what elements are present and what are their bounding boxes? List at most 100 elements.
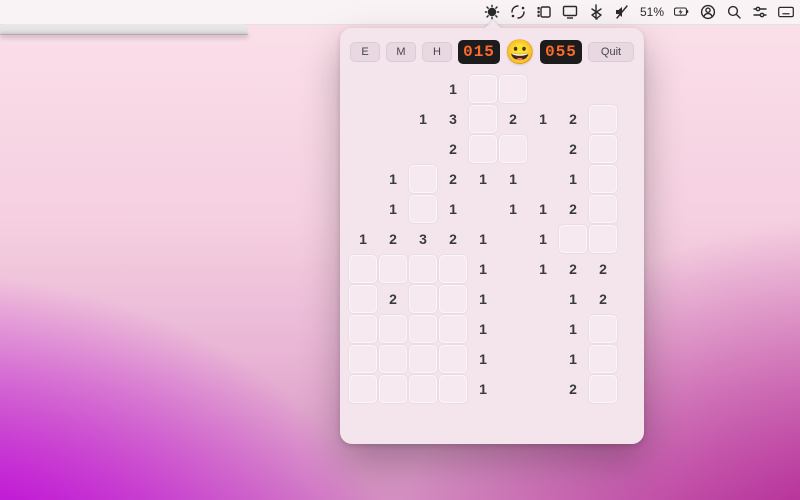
spotlight-icon[interactable]	[726, 4, 742, 20]
battery-charging-icon[interactable]	[674, 4, 690, 20]
cell-3-8[interactable]	[589, 165, 617, 193]
cell-1-6: 1	[528, 104, 558, 134]
mine-counter: 015	[458, 40, 500, 64]
cell-6-1[interactable]	[379, 255, 407, 283]
cell-1-2: 1	[408, 104, 438, 134]
difficulty-medium-button[interactable]: M	[386, 42, 416, 62]
cell-6-4: 1	[468, 254, 498, 284]
cell-2-7: 2	[558, 134, 588, 164]
cell-8-3[interactable]	[439, 315, 467, 343]
cell-0-0	[348, 74, 378, 104]
cell-9-3[interactable]	[439, 345, 467, 373]
cell-11-5	[498, 404, 528, 434]
cell-9-5	[498, 344, 528, 374]
cell-10-6	[528, 374, 558, 404]
difficulty-easy-button[interactable]: E	[350, 42, 380, 62]
cell-10-2[interactable]	[409, 375, 437, 403]
cell-8-6	[528, 314, 558, 344]
cell-1-8[interactable]	[589, 105, 617, 133]
macos-menubar: 51%	[0, 0, 800, 25]
cell-5-6: 1	[528, 224, 558, 254]
cell-3-0	[348, 164, 378, 194]
cell-7-2[interactable]	[409, 285, 437, 313]
cell-0-2	[408, 74, 438, 104]
cell-3-7: 1	[558, 164, 588, 194]
vpn-icon[interactable]	[510, 4, 526, 20]
cell-8-2[interactable]	[409, 315, 437, 343]
control-center-icon[interactable]	[752, 4, 768, 20]
cell-4-2[interactable]	[409, 195, 437, 223]
cell-5-1: 2	[378, 224, 408, 254]
cell-2-2	[408, 134, 438, 164]
cell-8-7: 1	[558, 314, 588, 344]
cell-5-2: 3	[408, 224, 438, 254]
cell-6-6: 1	[528, 254, 558, 284]
cell-5-4: 1	[468, 224, 498, 254]
bluetooth-icon[interactable]	[588, 4, 604, 20]
cell-6-8: 2	[588, 254, 618, 284]
cell-4-4	[468, 194, 498, 224]
cell-9-8[interactable]	[589, 345, 617, 373]
cell-11-7	[558, 404, 588, 434]
quit-button[interactable]: Quit	[588, 42, 634, 62]
reset-face-button[interactable]: 😀	[506, 38, 534, 66]
cell-2-0	[348, 134, 378, 164]
cell-7-0[interactable]	[349, 285, 377, 313]
cell-9-1[interactable]	[379, 345, 407, 373]
cell-6-3[interactable]	[439, 255, 467, 283]
difficulty-hard-button[interactable]: H	[422, 42, 452, 62]
cell-6-0[interactable]	[349, 255, 377, 283]
cell-9-0[interactable]	[349, 345, 377, 373]
cell-4-1: 1	[378, 194, 408, 224]
cell-10-3[interactable]	[439, 375, 467, 403]
cell-0-4[interactable]	[469, 75, 497, 103]
cell-1-1	[378, 104, 408, 134]
menubar-app-icon[interactable]	[484, 4, 500, 20]
cell-2-5[interactable]	[499, 135, 527, 163]
cell-8-1[interactable]	[379, 315, 407, 343]
cell-1-4[interactable]	[469, 105, 497, 133]
game-toolbar: E M H 015 😀 055 Quit	[350, 38, 634, 66]
cell-7-5	[498, 284, 528, 314]
cell-3-5: 1	[498, 164, 528, 194]
cell-10-8[interactable]	[589, 375, 617, 403]
user-switch-icon[interactable]	[700, 4, 716, 20]
cell-3-2[interactable]	[409, 165, 437, 193]
cell-6-2[interactable]	[409, 255, 437, 283]
cell-0-5[interactable]	[499, 75, 527, 103]
cell-10-5	[498, 374, 528, 404]
stage-manager-icon[interactable]	[536, 4, 552, 20]
cell-10-0[interactable]	[349, 375, 377, 403]
cell-8-8[interactable]	[589, 315, 617, 343]
cell-8-4: 1	[468, 314, 498, 344]
battery-percent-text: 51%	[640, 5, 664, 19]
cell-10-1[interactable]	[379, 375, 407, 403]
cell-4-0	[348, 194, 378, 224]
cell-11-3	[438, 404, 468, 434]
cell-4-6: 1	[528, 194, 558, 224]
cell-1-3: 3	[438, 104, 468, 134]
display-icon[interactable]	[562, 4, 578, 20]
cell-2-8[interactable]	[589, 135, 617, 163]
timer-counter: 055	[540, 40, 582, 64]
cell-9-2[interactable]	[409, 345, 437, 373]
keyboard-input-icon[interactable]	[778, 4, 794, 20]
cell-7-6	[528, 284, 558, 314]
cell-11-2	[408, 404, 438, 434]
cell-1-5: 2	[498, 104, 528, 134]
cell-6-5	[498, 254, 528, 284]
cell-9-7: 1	[558, 344, 588, 374]
cell-7-7: 1	[558, 284, 588, 314]
cell-7-3[interactable]	[439, 285, 467, 313]
cell-2-4[interactable]	[469, 135, 497, 163]
cell-5-8[interactable]	[589, 225, 617, 253]
volume-muted-icon[interactable]	[614, 4, 630, 20]
cell-5-7[interactable]	[559, 225, 587, 253]
cell-4-8[interactable]	[589, 195, 617, 223]
cell-2-3: 2	[438, 134, 468, 164]
cell-3-4: 1	[468, 164, 498, 194]
minesweeper-popover: E M H 015 😀 055 Quit 1132122212111111121…	[340, 28, 644, 444]
cell-8-0[interactable]	[349, 315, 377, 343]
cell-10-7: 2	[558, 374, 588, 404]
cell-4-3: 1	[438, 194, 468, 224]
